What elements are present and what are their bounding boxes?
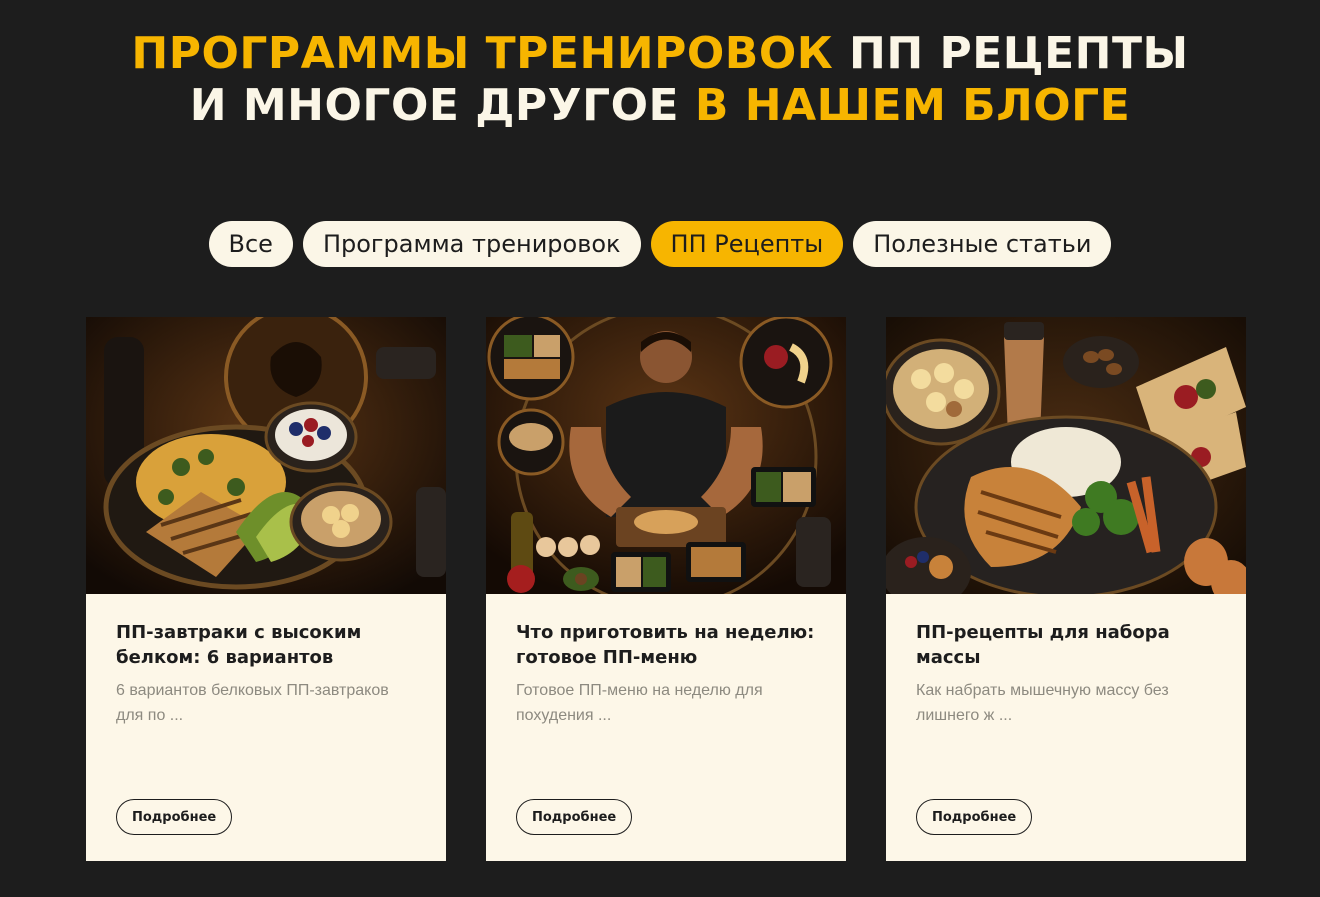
card-description: 6 вариантов белковых ПП-завтраков для по…: [116, 682, 389, 724]
blog-card[interactable]: ПП-завтраки с высоким белком: 6 варианто…: [86, 317, 446, 861]
card-title[interactable]: ПП-завтраки с высоким белком: 6 варианто…: [116, 620, 416, 670]
category-filter-bar: Все Программа тренировок ПП Рецепты Поле…: [0, 221, 1320, 267]
headline-line-1: ПРОГРАММЫ ТРЕНИРОВОК ПП РЕЦЕПТЫ: [0, 28, 1320, 80]
headline-accent-1: ПРОГРАММЫ ТРЕНИРОВОК: [131, 28, 834, 79]
blog-card[interactable]: Что приготовить на неделю: готовое ПП-ме…: [486, 317, 846, 861]
card-body: Что приготовить на неделю: готовое ПП-ме…: [516, 594, 816, 728]
read-more-button[interactable]: Подробнее: [516, 799, 633, 835]
read-more-button[interactable]: Подробнее: [116, 799, 233, 835]
card-title[interactable]: ПП-рецепты для набора массы: [916, 620, 1216, 670]
card-body: ПП-завтраки с высоким белком: 6 варианто…: [116, 594, 416, 728]
card-description: Готовое ПП-меню на неделю для похудения …: [516, 682, 763, 724]
filter-chip-pp-recipes[interactable]: ПП Рецепты: [650, 221, 844, 267]
card-image-meal-prep-chef[interactable]: [486, 317, 846, 594]
read-more-button[interactable]: Подробнее: [916, 799, 1033, 835]
headline-line-2: И МНОГОЕ ДРУГОЕ В НАШЕМ БЛОГЕ: [0, 80, 1320, 132]
headline-text-1: ПП РЕЦЕПТЫ: [849, 28, 1189, 79]
headline-accent-2: В НАШЕМ БЛОГЕ: [694, 80, 1131, 131]
card-image-mass-gain-spread[interactable]: [886, 317, 1246, 594]
card-description: Как набрать мышечную массу без лишнего ж…: [916, 682, 1169, 724]
card-image-breakfast-plate[interactable]: [86, 317, 446, 594]
filter-chip-useful-articles[interactable]: Полезные статьи: [853, 221, 1112, 267]
card-body: ПП-рецепты для набора массы Как набрать …: [916, 594, 1216, 728]
blog-card[interactable]: ПП-рецепты для набора массы Как набрать …: [886, 317, 1246, 861]
page-headline: ПРОГРАММЫ ТРЕНИРОВОК ПП РЕЦЕПТЫ И МНОГОЕ…: [0, 28, 1320, 132]
filter-chip-all[interactable]: Все: [208, 221, 293, 267]
card-title[interactable]: Что приготовить на неделю: готовое ПП-ме…: [516, 620, 816, 670]
headline-text-2: И МНОГОЕ ДРУГОЕ: [189, 80, 680, 131]
filter-chip-training-programs[interactable]: Программа тренировок: [302, 221, 641, 267]
